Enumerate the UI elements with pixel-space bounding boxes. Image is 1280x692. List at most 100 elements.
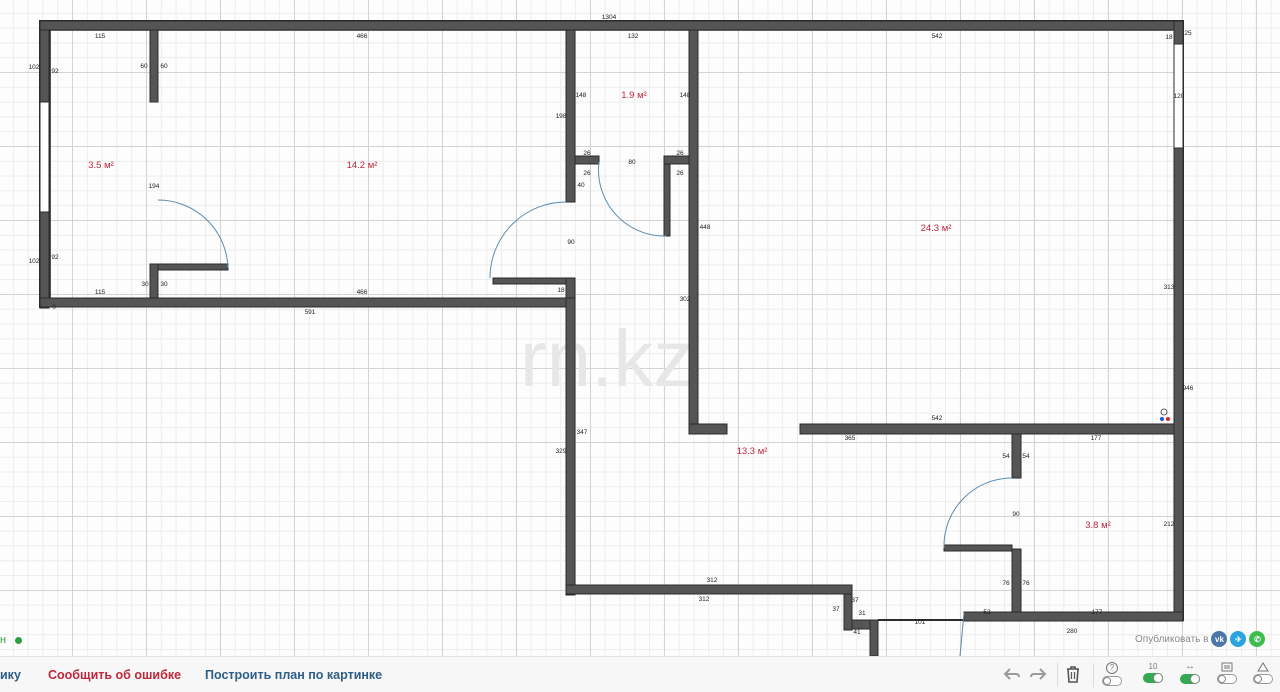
svg-text:115: 115: [95, 33, 106, 40]
svg-text:1304: 1304: [602, 14, 617, 21]
svg-text:90: 90: [1012, 511, 1020, 518]
help-toggle[interactable]: ?: [1102, 662, 1122, 686]
build-from-image-link[interactable]: Построить план по картинке: [205, 668, 382, 682]
svg-text:312: 312: [699, 596, 710, 603]
floor-plan[interactable]: rn.kz 3.5 м² 14.2 м² 1.9 м² 24.3 м² 13.3…: [0, 0, 1280, 656]
redo-button[interactable]: [1029, 666, 1047, 682]
room-area: 14.2 м²: [347, 160, 378, 171]
room-area: 3.5 м²: [88, 160, 114, 171]
svg-text:54: 54: [1002, 453, 1010, 460]
svg-text:946: 946: [1183, 385, 1194, 392]
telegram-icon[interactable]: ✈: [1230, 631, 1247, 647]
svg-text:302: 302: [680, 296, 691, 303]
svg-text:80: 80: [628, 159, 636, 166]
corner-marker-icon[interactable]: [1160, 408, 1170, 421]
svg-text:0: 0: [52, 304, 56, 311]
svg-text:25: 25: [1184, 30, 1192, 37]
view-toggle[interactable]: [1253, 662, 1273, 684]
svg-text:148: 148: [680, 92, 691, 99]
floor-plan-canvas[interactable]: rn.kz 3.5 м² 14.2 м² 1.9 м² 24.3 м² 13.3…: [0, 0, 1280, 656]
publish-bar: Опубликовать в vk ✈ ✆: [1135, 630, 1266, 648]
svg-text:198: 198: [556, 113, 567, 120]
undo-icon: [1003, 668, 1020, 680]
bottom-bar: ику Сообщить об ошибке Построить план по…: [0, 656, 1280, 692]
svg-text:92: 92: [51, 254, 59, 261]
svg-text:120: 120: [1174, 93, 1185, 100]
resize-switch[interactable]: [1180, 674, 1200, 684]
perspective-icon: [1257, 662, 1269, 672]
svg-text:60: 60: [160, 63, 168, 70]
resize-icon: ↔: [1185, 661, 1195, 672]
room-area: 13.3 м²: [737, 446, 768, 457]
svg-text:148: 148: [576, 92, 587, 99]
document-icon: [1221, 662, 1233, 672]
doors[interactable]: [157, 161, 1013, 656]
report-error-link[interactable]: Сообщить об ошибке: [48, 668, 181, 682]
svg-text:54: 54: [1022, 453, 1030, 460]
svg-text:542: 542: [932, 415, 943, 422]
svg-text:18: 18: [1165, 34, 1173, 41]
status-text: н: [0, 634, 7, 646]
svg-text:76: 76: [1002, 580, 1010, 587]
svg-text:542: 542: [932, 33, 943, 40]
resize-toggle[interactable]: ↔: [1180, 662, 1200, 684]
svg-text:448: 448: [700, 224, 711, 231]
room-area: 3.8 м²: [1085, 520, 1111, 531]
grid-switch[interactable]: [1143, 673, 1163, 683]
online-status: н: [0, 633, 23, 647]
svg-text:26: 26: [676, 170, 684, 177]
svg-text:313: 313: [1164, 284, 1175, 291]
svg-text:31: 31: [858, 610, 866, 617]
status-dot-icon: [15, 636, 23, 644]
svg-text:365: 365: [845, 435, 856, 442]
grid-toggle[interactable]: 10: [1143, 662, 1163, 683]
svg-text:76: 76: [1022, 580, 1030, 587]
document-switch[interactable]: [1217, 674, 1237, 684]
help-icon: ?: [1106, 662, 1118, 674]
svg-text:194: 194: [149, 183, 160, 190]
svg-text:37: 37: [851, 597, 859, 604]
svg-text:26: 26: [676, 150, 684, 157]
svg-text:329: 329: [556, 448, 567, 455]
view-switch[interactable]: [1253, 674, 1273, 684]
svg-text:101: 101: [915, 619, 926, 626]
svg-text:132: 132: [628, 33, 639, 40]
vk-icon[interactable]: vk: [1211, 631, 1228, 647]
whatsapp-icon[interactable]: ✆: [1249, 631, 1266, 647]
svg-text:37: 37: [832, 606, 840, 613]
svg-text:177: 177: [1091, 435, 1102, 442]
svg-text:177: 177: [1092, 609, 1103, 616]
svg-text:30: 30: [160, 281, 168, 288]
delete-button[interactable]: [1065, 665, 1081, 684]
svg-text:18: 18: [557, 287, 565, 294]
redo-icon: [1030, 668, 1047, 680]
room-area: 1.9 м²: [621, 90, 647, 101]
svg-text:102: 102: [29, 64, 40, 71]
svg-text:280: 280: [1067, 628, 1078, 635]
svg-text:212: 212: [1164, 521, 1175, 528]
svg-text:591: 591: [305, 309, 316, 316]
svg-text:466: 466: [357, 33, 368, 40]
svg-text:90: 90: [567, 239, 575, 246]
svg-text:40: 40: [577, 182, 585, 189]
grid-size-label: 10: [1148, 662, 1158, 671]
svg-text:92: 92: [51, 68, 59, 75]
svg-text:347: 347: [577, 429, 588, 436]
svg-text:102: 102: [29, 258, 40, 265]
svg-text:466: 466: [357, 289, 368, 296]
publish-label: Опубликовать в: [1135, 633, 1209, 645]
svg-text:115: 115: [95, 289, 106, 296]
trash-icon: [1067, 666, 1079, 683]
svg-text:41: 41: [853, 629, 861, 636]
instruction-link[interactable]: ику: [0, 668, 21, 682]
svg-text:60: 60: [140, 63, 148, 70]
svg-text:30: 30: [141, 281, 149, 288]
room-area: 24.3 м²: [921, 223, 952, 234]
svg-text:312: 312: [707, 577, 718, 584]
undo-button[interactable]: [1003, 666, 1021, 682]
svg-text:26: 26: [583, 170, 591, 177]
watermark: rn.kz: [520, 314, 693, 403]
help-switch[interactable]: [1102, 676, 1122, 686]
svg-text:53: 53: [983, 609, 991, 616]
document-toggle[interactable]: [1217, 662, 1237, 684]
